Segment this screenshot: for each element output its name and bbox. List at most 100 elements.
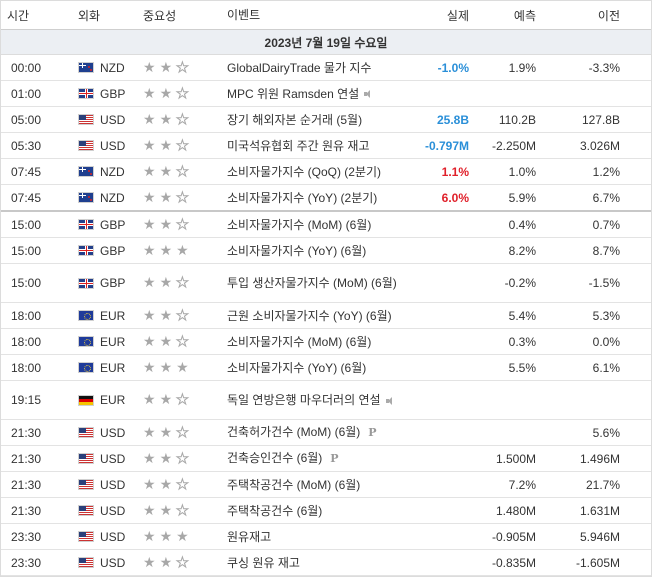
table-row[interactable]: 23:30 USD ★ ★ ★ 원유재고 -0.905M 5.946M (1, 524, 651, 550)
header-importance[interactable]: 중요성 (141, 7, 227, 24)
event-title[interactable]: 건축승인건수 (6월) (227, 451, 322, 465)
actual-value: 6.0% (441, 190, 469, 205)
table-row[interactable]: 05:30 USD ★ ★ ★ 미국석유협회 주간 원유 재고 -0.797M -2.250M… (1, 133, 651, 159)
us-flag-icon (78, 114, 94, 125)
star-icon: ★ (143, 528, 156, 545)
us-flag-icon (78, 479, 94, 490)
event-title[interactable]: 근원 소비자물가지수 (YoY) (6월) (227, 309, 392, 323)
event-name[interactable]: 소비자물가지수 (YoY) (6월) (227, 360, 403, 376)
currency-code: EUR (100, 393, 126, 407)
header-previous[interactable]: 이전 (536, 7, 620, 24)
table-row[interactable]: 07:45 NZD ★ ★ ★ 소비자물가지수 (YoY) (2분기) 6.0% 5.9% 6.… (1, 185, 651, 212)
event-time: 15:00 (11, 276, 42, 290)
gb-flag-icon (78, 277, 94, 289)
star-icon: ★ (176, 85, 190, 102)
table-row[interactable]: 18:00 EUR ★ ★ ★ 소비자물가지수 (MoM) (6월) 0.3% 0.0% (1, 329, 651, 355)
star-icon: ★ (159, 450, 173, 467)
table-row[interactable]: 18:00 EUR ★ ★ ★ 소비자물가지수 (YoY) (6월) 5.5% 6.1% (1, 355, 651, 381)
table-row[interactable]: 01:00 GBP ★ ★ ★ MPC 위원 Ramsden 연설 (1, 81, 651, 107)
currency-code: NZD (100, 190, 125, 205)
event-name[interactable]: 소비자물가지수 (QoQ) (2분기) (227, 164, 403, 180)
event-title[interactable]: 미국석유협회 주간 원유 재고 (227, 139, 369, 153)
table-row[interactable]: 19:15 EUR ★ ★ ★ 독일 연방은행 마우더러의 연설 (1, 381, 651, 420)
table-row[interactable]: 15:00 GBP ★ ★ ★ 투입 생산자물가지수 (MoM) (6월) -0.2% -1.… (1, 264, 651, 303)
event-title[interactable]: 건축허가건수 (MoM) (6월) (227, 425, 360, 439)
event-title[interactable]: 독일 연방은행 마우더러의 연설 (227, 393, 381, 407)
event-name[interactable]: 원유재고 (227, 529, 403, 545)
event-name[interactable]: 소비자물가지수 (YoY) (6월) (227, 243, 403, 259)
table-row[interactable]: 21:30 USD ★ ★ ★ 주택착공건수 (MoM) (6월) 7.2% 21.7% (1, 472, 651, 498)
preliminary-icon: P (368, 426, 377, 439)
event-title[interactable]: 소비자물가지수 (YoY) (6월) (227, 361, 366, 375)
star-icon: ★ (176, 528, 189, 545)
event-title[interactable]: 원유재고 (227, 530, 271, 544)
currency-code: USD (100, 503, 126, 518)
star-icon: ★ (176, 163, 190, 180)
event-time: 23:30 (11, 555, 42, 570)
table-row[interactable]: 00:00 NZD ★ ★ ★ GlobalDairyTrade 물가 지수 -1.0% 1.… (1, 55, 651, 81)
event-name[interactable]: 소비자물가지수 (MoM) (6월) (227, 334, 403, 350)
event-importance: ★ ★ ★ (141, 554, 227, 571)
event-name[interactable]: GlobalDairyTrade 물가 지수 (227, 60, 403, 76)
event-name[interactable]: 건축허가건수 (MoM) (6월) P (227, 424, 403, 441)
event-title[interactable]: 주택착공건수 (MoM) (6월) (227, 478, 360, 492)
table-row[interactable]: 21:30 USD ★ ★ ★ 건축승인건수 (6월) P 1.500M 1.496M (1, 446, 651, 472)
event-name[interactable]: 장기 해외자본 순거래 (5월) (227, 112, 403, 128)
event-currency: USD (78, 530, 141, 544)
table-row[interactable]: 15:00 GBP ★ ★ ★ 소비자물가지수 (MoM) (6월) 0.4% 0.7% (1, 212, 651, 238)
event-title[interactable]: 소비자물가지수 (YoY) (6월) (227, 244, 366, 258)
event-name[interactable]: 소비자물가지수 (YoY) (2분기) (227, 190, 403, 206)
previous-value: 6.1% (592, 360, 620, 375)
event-title[interactable]: MPC 위원 Ramsden 연설 (227, 87, 359, 101)
event-title[interactable]: 쿠싱 원유 재고 (227, 556, 300, 570)
star-icon: ★ (176, 476, 190, 493)
event-name[interactable]: 소비자물가지수 (MoM) (6월) (227, 217, 403, 233)
table-row[interactable]: 15:00 GBP ★ ★ ★ 소비자물가지수 (YoY) (6월) 8.2% 8.7% (1, 238, 651, 264)
header-time[interactable]: 시간 (1, 7, 78, 24)
event-title[interactable]: 소비자물가지수 (MoM) (6월) (227, 335, 371, 349)
event-importance: ★ ★ ★ (141, 476, 227, 493)
event-name[interactable]: MPC 위원 Ramsden 연설 (227, 86, 403, 102)
event-title[interactable]: GlobalDairyTrade 물가 지수 (227, 61, 371, 75)
table-row[interactable]: 21:30 USD ★ ★ ★ 건축허가건수 (MoM) (6월) P 5.6% (1, 420, 651, 446)
event-rows: 00:00 NZD ★ ★ ★ GlobalDairyTrade 물가 지수 -1.0% 1.… (1, 55, 651, 576)
star-icon: ★ (176, 216, 190, 233)
event-title[interactable]: 소비자물가지수 (YoY) (2분기) (227, 191, 377, 205)
table-row[interactable]: 07:45 NZD ★ ★ ★ 소비자물가지수 (QoQ) (2분기) 1.1% 1.0% 1.… (1, 159, 651, 185)
currency-code: EUR (100, 308, 126, 323)
table-row[interactable]: 05:00 USD ★ ★ ★ 장기 해외자본 순거래 (5월) 25.8B 110.2B 12… (1, 107, 651, 133)
forecast-value: 1.500M (495, 451, 536, 466)
event-currency: NZD (78, 165, 141, 179)
table-row[interactable]: 21:30 USD ★ ★ ★ 주택착공건수 (6월) 1.480M 1.631M (1, 498, 651, 524)
event-name[interactable]: 건축승인건수 (6월) P (227, 450, 403, 467)
event-name[interactable]: 투입 생산자물가지수 (MoM) (6월) (227, 275, 403, 291)
event-name[interactable]: 주택착공건수 (6월) (227, 503, 403, 519)
header-currency[interactable]: 외화 (78, 7, 141, 24)
header-actual[interactable]: 실제 (403, 7, 469, 24)
event-currency: EUR (78, 393, 141, 407)
event-title[interactable]: 장기 해외자본 순거래 (5월) (227, 113, 362, 127)
event-time: 18:00 (11, 334, 42, 349)
event-time: 23:30 (11, 529, 42, 544)
event-name[interactable]: 미국석유협회 주간 원유 재고 (227, 138, 403, 154)
event-name[interactable]: 쿠싱 원유 재고 (227, 555, 403, 571)
event-title[interactable]: 소비자물가지수 (QoQ) (2분기) (227, 165, 381, 179)
event-name[interactable]: 독일 연방은행 마우더러의 연설 (227, 392, 403, 408)
previous-value: 8.7% (592, 243, 620, 258)
header-forecast[interactable]: 예측 (469, 7, 536, 24)
star-icon: ★ (176, 59, 190, 76)
event-name[interactable]: 근원 소비자물가지수 (YoY) (6월) (227, 308, 403, 324)
star-icon: ★ (159, 554, 173, 571)
star-icon: ★ (159, 275, 173, 291)
actual-value: 1.1% (441, 164, 469, 179)
star-icon: ★ (159, 216, 173, 233)
event-importance: ★ ★ ★ (141, 450, 227, 467)
currency-code: USD (100, 138, 126, 153)
table-row[interactable]: 18:00 EUR ★ ★ ★ 근원 소비자물가지수 (YoY) (6월) 5.4% 5.3% (1, 303, 651, 329)
event-title[interactable]: 투입 생산자물가지수 (MoM) (6월) (227, 276, 397, 290)
header-event[interactable]: 이벤트 (227, 7, 403, 23)
event-title[interactable]: 주택착공건수 (6월) (227, 504, 322, 518)
table-row[interactable]: 23:30 USD ★ ★ ★ 쿠싱 원유 재고 -0.835M -1.605M (1, 550, 651, 576)
event-title[interactable]: 소비자물가지수 (MoM) (6월) (227, 218, 371, 232)
event-name[interactable]: 주택착공건수 (MoM) (6월) (227, 477, 403, 493)
